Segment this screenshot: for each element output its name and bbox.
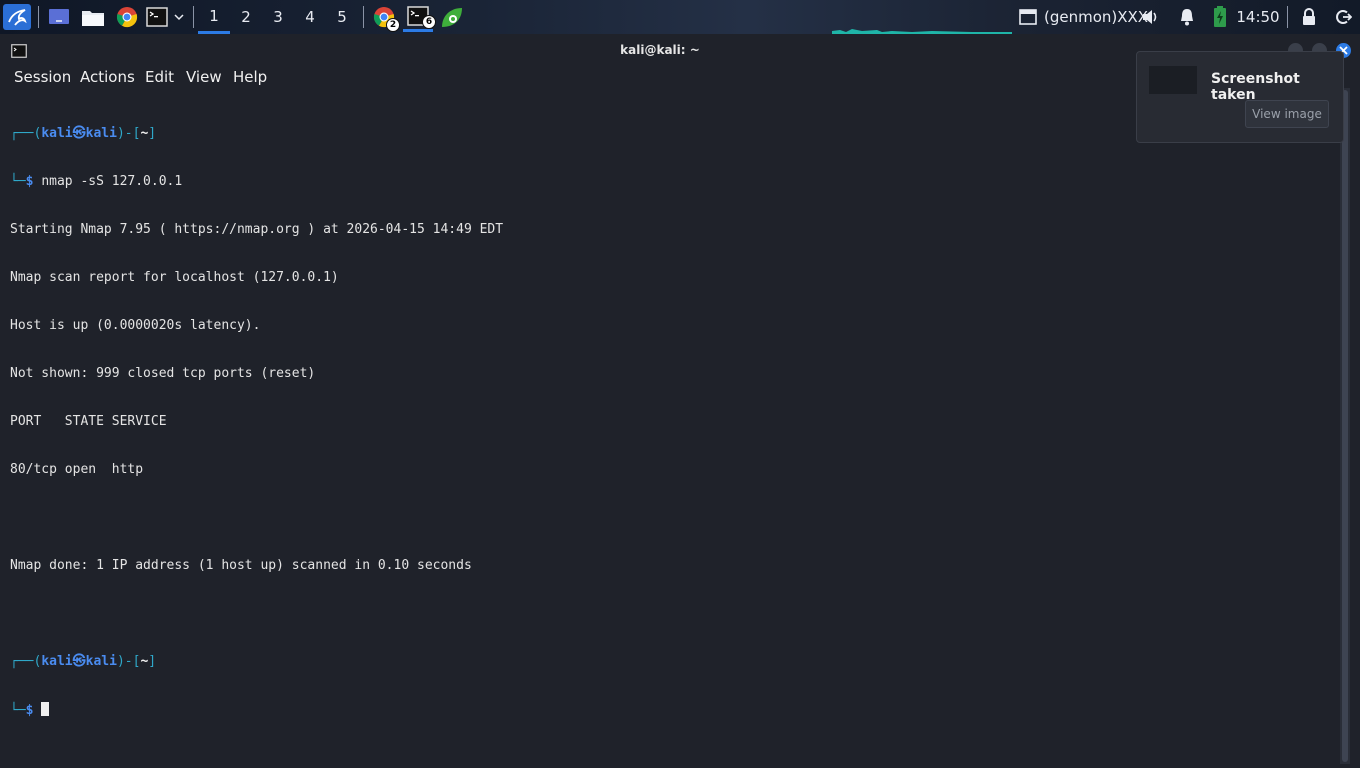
prompt-line: ┌──(kali㉿kali)-[~] [10, 126, 157, 141]
output-line: Nmap done: 1 IP address (1 host up) scan… [10, 558, 472, 573]
text-cursor [41, 702, 50, 716]
output-line: Host is up (0.0000020s latency). [10, 318, 261, 333]
folder-icon [82, 11, 104, 26]
terminal-output[interactable]: ┌──(kali㉿kali)-[~] └─$ nmap -sS 127.0.0.… [10, 94, 503, 750]
desktop-icon [49, 9, 69, 24]
terminal-launcher-button[interactable] [144, 4, 170, 30]
panel-separator [193, 6, 194, 28]
panel-separator [1287, 6, 1288, 28]
volume-icon [1143, 10, 1157, 24]
screenshot-tool-icon [442, 8, 462, 27]
output-line: Starting Nmap 7.95 ( https://nmap.org ) … [10, 222, 504, 237]
show-desktop-button[interactable] [46, 4, 72, 30]
prompt-line: ┌──(kali㉿kali)-[~] [10, 654, 157, 669]
window-count-badge: 2 [386, 18, 400, 32]
file-manager-button[interactable] [80, 4, 106, 30]
window-title: kali@kali: ~ [620, 43, 700, 57]
chrome-icon [116, 7, 138, 28]
screenshot-thumbnail [1149, 66, 1197, 94]
battery-indicator[interactable] [1210, 4, 1230, 30]
kali-dragon-icon [8, 9, 27, 26]
taskbar-chrome[interactable]: 2 [371, 4, 400, 32]
output-line: 80/tcp open http [10, 462, 144, 477]
menu-view[interactable]: View [186, 68, 222, 86]
window-list-button[interactable] [1017, 4, 1039, 30]
logout-icon [1336, 10, 1352, 24]
notification-title: Screenshot taken [1211, 71, 1300, 103]
panel-separator [38, 6, 39, 28]
workspace-4[interactable]: 4 [294, 0, 326, 34]
battery-charging-icon [1214, 6, 1226, 27]
output-line: Not shown: 999 closed tcp ports (reset) [10, 366, 316, 381]
volume-button[interactable] [1140, 4, 1162, 30]
menu-edit[interactable]: Edit [145, 68, 174, 86]
bell-icon [1181, 9, 1193, 26]
menu-session[interactable]: Session [14, 68, 71, 86]
window-icon [1019, 9, 1037, 25]
output-line: Nmap scan report for localhost (127.0.0.… [10, 270, 339, 285]
workspace-3[interactable]: 3 [262, 0, 294, 34]
terminal-icon [146, 7, 168, 27]
clock[interactable]: 14:50 [1236, 4, 1280, 30]
chevron-down-icon [174, 14, 184, 21]
chrome-launcher-button[interactable] [114, 4, 140, 30]
taskbar-screenshot-tool[interactable] [439, 4, 465, 30]
lock-icon [1303, 8, 1315, 25]
menu-actions[interactable]: Actions [80, 68, 135, 86]
screenshot-notification[interactable]: Screenshot taken View image [1136, 51, 1344, 143]
genmon-label: (genmon)XXX [1044, 8, 1149, 26]
lock-screen-button[interactable] [1298, 4, 1320, 30]
command-text: nmap -sS 127.0.0.1 [41, 174, 183, 189]
taskbar-terminal[interactable]: 6 [403, 2, 436, 32]
workspace-1[interactable]: 1 [198, 0, 230, 34]
kali-menu-button[interactable] [3, 4, 31, 30]
workspace-2[interactable]: 2 [230, 0, 262, 34]
view-image-button[interactable]: View image [1245, 100, 1329, 128]
panel-separator [363, 6, 364, 28]
output-line: PORT STATE SERVICE [10, 414, 167, 429]
command-line: └─$ nmap -sS 127.0.0.1 [10, 174, 183, 189]
terminal-window: kali@kali: ~ Session Actions Edit View H… [0, 36, 1360, 768]
window-count-badge: 6 [422, 15, 436, 29]
launcher-dropdown-button[interactable] [171, 4, 187, 30]
scrollbar-thumb[interactable] [1342, 90, 1348, 762]
workspace-5[interactable]: 5 [326, 0, 358, 34]
notifications-button[interactable] [1176, 4, 1198, 30]
cpu-graph [832, 20, 1012, 34]
logout-button[interactable] [1333, 4, 1355, 30]
input-line[interactable]: └─$ [10, 702, 503, 718]
menu-help[interactable]: Help [233, 68, 267, 86]
top-panel: 1 2 3 4 5 2 6 (genmon)XXX 14:50 [0, 0, 1360, 34]
